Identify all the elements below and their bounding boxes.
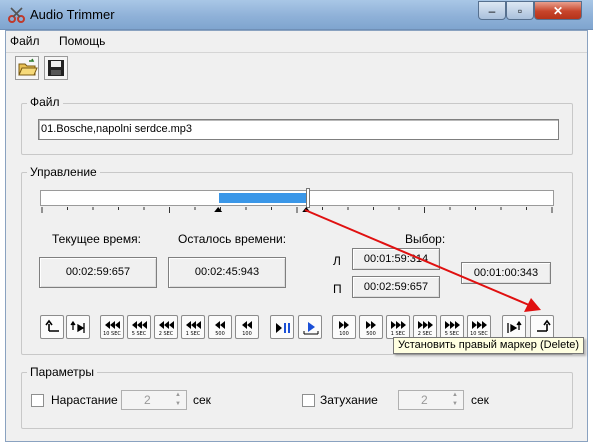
fade-in-checkbox[interactable] [31,394,44,407]
params-group-legend: Параметры [27,365,97,379]
spin-up-icon[interactable]: ▲ [448,392,462,400]
fade-out-unit: сек [471,393,489,407]
fade-out-value: 2 [421,393,428,407]
fade-out-spinner[interactable]: 2 ▲ ▼ [398,390,464,410]
spin-up-icon[interactable]: ▲ [171,392,185,400]
spin-down-icon[interactable]: ▼ [171,401,185,409]
fade-in-spinner[interactable]: 2 ▲ ▼ [121,390,187,410]
tooltip: Установить правый маркер (Delete) [393,337,585,354]
fade-out-checkbox[interactable] [302,394,315,407]
fade-in-label: Нарастание [51,393,118,407]
fade-in-value: 2 [144,393,151,407]
fade-in-unit: сек [193,393,211,407]
spin-down-icon[interactable]: ▼ [448,401,462,409]
fade-out-label: Затухание [320,393,378,407]
